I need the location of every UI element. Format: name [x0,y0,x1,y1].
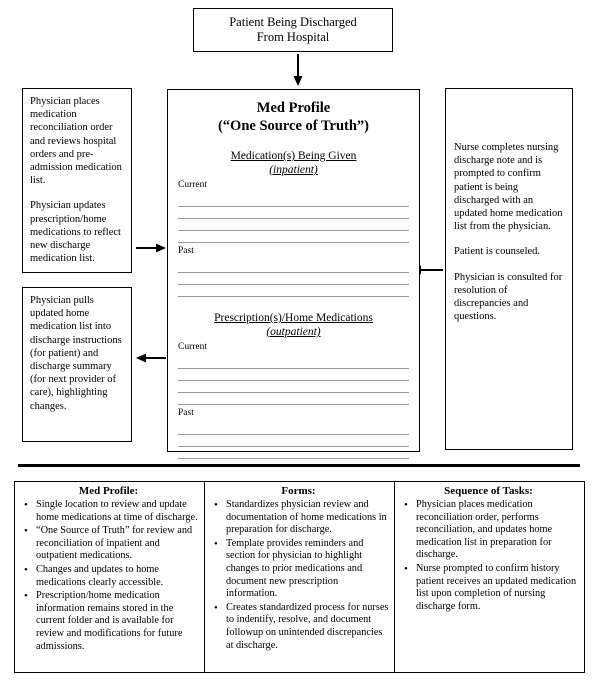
summary-bullet: Standardizes physician review and docume… [214,499,389,537]
left-top-box-text: Physician places medication reconciliati… [30,95,124,265]
inpatient-heading-text: Medication(s) Being Given [230,150,357,162]
right-process-box: Nurse completes nursing discharge note a… [445,88,573,450]
rule-line [178,273,409,285]
outpatient-current-rules [178,357,409,405]
arrow-left-icon [136,353,166,363]
outpatient-past-label: Past [178,408,194,418]
top-process-box: Patient Being Discharged From Hospital [193,8,393,52]
top-box-line2: From Hospital [256,30,330,44]
left-bottom-paragraph-1: Physician pulls updated home medication … [30,295,122,412]
inpatient-current-label: Current [178,180,208,190]
summary-bullet: Prescription/home medication information… [24,590,199,653]
summary-bullet: Single location to review and update hom… [24,499,199,524]
left-top-paragraph-1: Physician places medication reconciliati… [30,96,122,187]
summary-column-forms: Forms: Standardizes physician review and… [205,482,395,672]
outpatient-subheading-text: (outpatient) [266,326,321,338]
summary-bullet: Creates standardized process for nurses … [214,602,389,652]
left-top-process-box: Physician places medication reconciliati… [22,88,132,273]
summary-bullet-list: Standardizes physician review and docume… [208,499,389,652]
rule-line [178,219,409,231]
inpatient-current-rules [178,195,409,243]
outpatient-current-label: Current [178,342,208,352]
inpatient-past-label: Past [178,246,194,256]
summary-bullet-list: Single location to review and update hom… [18,499,199,653]
med-profile-box: Med Profile (“One Source of Truth”) Medi… [167,89,420,459]
right-paragraph-3: Physician is consulted for resolution of… [454,271,563,323]
arrow-down-icon [293,54,303,86]
summary-bullet: Nurse prompted to confirm history patien… [404,563,579,613]
rule-line [178,285,409,297]
med-profile-title-line2: (“One Source of Truth”) [217,117,370,134]
summary-column-heading: Forms: [281,485,316,497]
rule-line [178,231,409,243]
inpatient-past-rules [178,261,409,297]
diagram-canvas: Patient Being Discharged From Hospital P… [0,0,599,686]
outpatient-section-heading: Prescription(s)/Home Medications (outpat… [178,311,409,339]
summary-bullet: Template provides reminders and section … [214,538,389,601]
rule-line [178,447,409,459]
rule-line [178,207,409,219]
top-box-line1: Patient Being Discharged [229,15,357,29]
rule-line [178,393,409,405]
left-top-paragraph-2: Physician updates prescription/home medi… [30,200,121,265]
rule-line [178,357,409,369]
arrow-right-icon [136,243,166,253]
right-paragraph-2: Patient is counseled. [454,246,541,258]
right-box-text: Nurse completes nursing discharge note a… [454,95,564,323]
med-profile-title-line1: Med Profile [256,100,331,116]
summary-bullet-list: Physician places medication reconciliati… [398,499,579,613]
inpatient-subheading-text: (inpatient) [269,164,318,176]
rule-line [178,261,409,273]
right-paragraph-1: Nurse completes nursing discharge note a… [454,142,563,233]
summary-bullet: “One Source of Truth” for review and rec… [24,525,199,563]
rule-line [178,369,409,381]
summary-column-heading: Med Profile: [78,485,139,497]
outpatient-heading-text: Prescription(s)/Home Medications [214,312,373,324]
rule-line [178,435,409,447]
outpatient-past-rules [178,423,409,459]
inpatient-section-heading: Medication(s) Being Given (inpatient) [178,149,409,177]
section-divider [18,464,580,467]
summary-table: Med Profile: Single location to review a… [14,481,585,673]
summary-bullet: Changes and updates to home medications … [24,564,199,589]
summary-column-sequence-of-tasks: Sequence of Tasks: Physician places medi… [395,482,584,672]
top-box-text: Patient Being Discharged From Hospital [229,15,357,45]
med-profile-title: Med Profile (“One Source of Truth”) [178,100,409,135]
left-bottom-process-box: Physician pulls updated home medication … [22,287,132,442]
left-bottom-box-text: Physician pulls updated home medication … [30,294,124,413]
rule-line [178,195,409,207]
summary-bullet: Physician places medication reconciliati… [404,499,579,562]
rule-line [178,381,409,393]
summary-column-med-profile: Med Profile: Single location to review a… [15,482,205,672]
rule-line [178,423,409,435]
summary-column-heading: Sequence of Tasks: [444,485,533,497]
